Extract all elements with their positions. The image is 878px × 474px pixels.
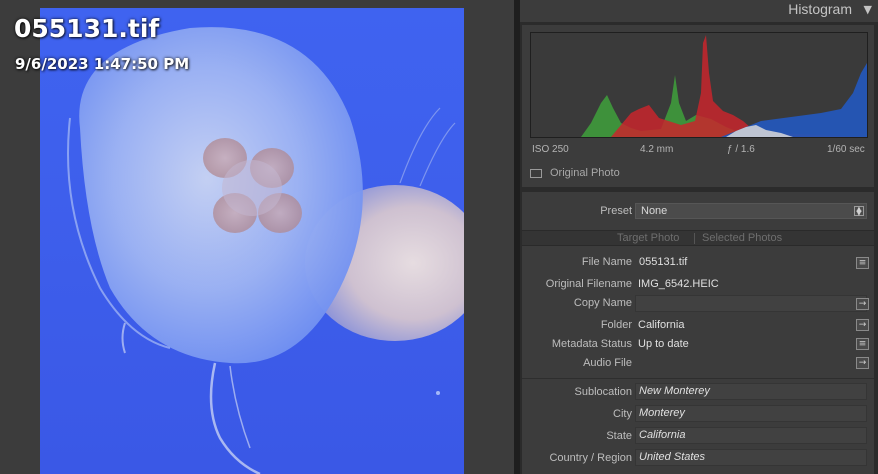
arrow-right-icon[interactable]: →: [856, 357, 869, 369]
file-name-field[interactable]: 055131.tif: [635, 254, 867, 271]
jellyfish-image: [67, 27, 464, 474]
city-value: Monterey: [639, 407, 685, 419]
country-region-field[interactable]: United States: [635, 449, 867, 466]
copy-name-field[interactable]: [635, 295, 867, 312]
histogram-panel: ISO 250 4.2 mm ƒ / 1.6 1/60 sec Original…: [522, 25, 874, 187]
field-label-audio-file: Audio File: [583, 357, 632, 369]
folder-value: California: [638, 319, 685, 331]
original-photo-label[interactable]: Original Photo: [550, 167, 620, 179]
field-label-folder: Folder: [600, 319, 632, 331]
metadata-status-value: Up to date: [638, 338, 689, 350]
collapse-triangle-icon[interactable]: ▼: [864, 3, 872, 16]
state-value: California: [639, 429, 686, 441]
metadata-target-tabs: Target Photo Selected Photos: [522, 230, 874, 246]
section-divider: [522, 378, 874, 379]
list-icon[interactable]: ≡: [856, 257, 869, 269]
arrow-right-icon[interactable]: →: [856, 298, 869, 310]
field-label-country-region: Country / Region: [549, 452, 632, 464]
state-field[interactable]: California: [635, 427, 867, 444]
country-region-value: United States: [639, 451, 706, 463]
metadata-panel: Preset None ▲ ▼ Target Photo Selected Pho…: [522, 192, 874, 474]
tab-target-photo[interactable]: Target Photo: [617, 232, 679, 244]
histogram-header[interactable]: Histogram ▼: [520, 0, 878, 22]
original-photo-checkbox[interactable]: [530, 169, 542, 178]
shutter-readout: 1/60 sec: [827, 144, 865, 155]
city-field[interactable]: Monterey: [635, 405, 867, 422]
lightroom-window: 055131.tif 9/6/2023 1:47:50 PM Histogram…: [0, 0, 878, 474]
histogram-title: Histogram: [788, 1, 852, 17]
preset-value: None: [641, 205, 668, 217]
original-filename-value: IMG_6542.HEIC: [638, 278, 719, 290]
jellyfish-photo[interactable]: [40, 8, 464, 474]
field-label-sublocation: Sublocation: [574, 386, 633, 398]
spinner-arrows-icon: ▲ ▼: [854, 206, 864, 217]
sublocation-value: New Monterey: [639, 385, 710, 397]
iso-readout: ISO 250: [532, 144, 569, 155]
histogram-graph[interactable]: [530, 32, 868, 138]
preset-dropdown[interactable]: None ▲ ▼: [635, 203, 867, 219]
histogram-curves: [531, 35, 867, 137]
file-name-value: 055131.tif: [639, 256, 688, 268]
go-to-folder-icon[interactable]: →: [856, 319, 869, 331]
tab-divider: [694, 233, 695, 244]
photo-preview-area: 055131.tif 9/6/2023 1:47:50 PM: [0, 0, 514, 474]
aperture-readout: ƒ / 1.6: [727, 144, 755, 155]
field-label-metadata-status: Metadata Status: [551, 338, 632, 350]
filename-overlay: 055131.tif: [14, 14, 160, 43]
focal-length-readout: 4.2 mm: [640, 144, 674, 155]
capture-date-overlay: 9/6/2023 1:47:50 PM: [15, 55, 190, 73]
field-label-copy-name: Copy Name: [573, 297, 632, 309]
preset-label: Preset: [600, 205, 632, 217]
right-panel: Histogram ▼ ISO 250 4.2 mm ƒ / 1.6 1/60: [520, 0, 878, 474]
field-label-city: City: [613, 408, 632, 420]
tab-selected-photos[interactable]: Selected Photos: [702, 232, 782, 244]
list-icon[interactable]: ≡: [856, 338, 869, 350]
field-label-original-filename: Original Filename: [545, 278, 632, 290]
field-label-file-name: File Name: [581, 256, 632, 268]
sublocation-field[interactable]: New Monterey: [635, 383, 867, 400]
field-label-state: State: [606, 430, 632, 442]
